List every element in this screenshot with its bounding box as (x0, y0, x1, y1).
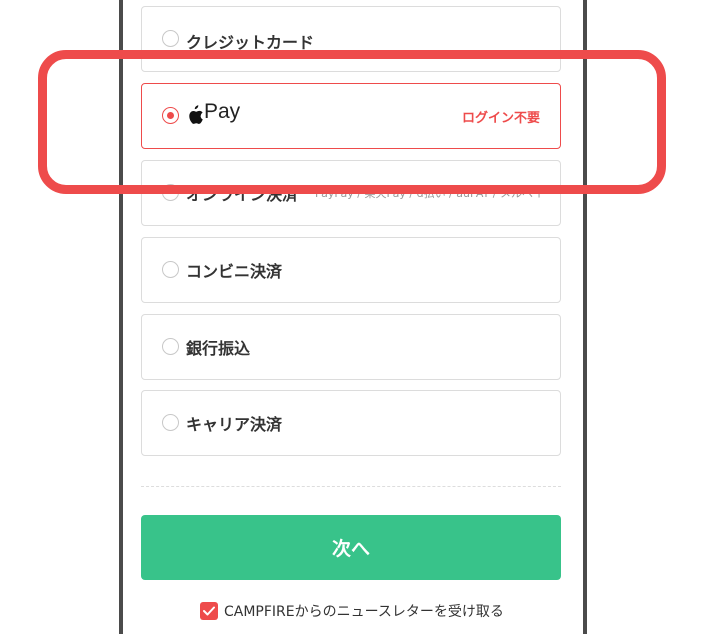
payment-option-label: オンライン決済 (186, 185, 299, 204)
radio-button[interactable] (162, 30, 179, 47)
newsletter-label: CAMPFIREからのニュースレターを受け取る (224, 604, 504, 620)
next-button[interactable]: 次へ (141, 515, 561, 580)
online-payment-methods: PayPay / 楽天Pay / d払い / auPAY / メルペイ (315, 187, 544, 200)
radio-button[interactable] (162, 338, 179, 355)
newsletter-opt-in[interactable]: CAMPFIREからのニュースレターを受け取る (200, 600, 504, 622)
checkmark-icon (203, 606, 215, 616)
apple-pay-label: Pay (204, 100, 241, 123)
payment-option-carrier[interactable]: キャリア決済 (141, 390, 561, 456)
payment-option-apple-pay[interactable]: Pay ログイン不要 (141, 83, 561, 149)
radio-button[interactable] (162, 414, 179, 431)
login-not-required-badge: ログイン不要 (461, 111, 540, 126)
radio-button[interactable] (162, 184, 179, 201)
payment-option-bank-transfer[interactable]: 銀行振込 (141, 314, 561, 380)
payment-option-label: コンビニ決済 (186, 262, 283, 281)
payment-option-label: クレジットカード (186, 33, 315, 52)
payment-option-label: キャリア決済 (186, 415, 283, 434)
newsletter-checkbox[interactable] (200, 602, 218, 620)
apple-logo-icon (189, 105, 203, 124)
radio-button[interactable] (162, 261, 179, 278)
device-frame-left (119, 0, 123, 634)
payment-option-credit-card[interactable]: クレジットカード (141, 6, 561, 72)
payment-option-online[interactable]: オンライン決済 PayPay / 楽天Pay / d払い / auPAY / メ… (141, 160, 561, 226)
radio-button-selected[interactable] (162, 107, 179, 124)
section-divider (141, 486, 561, 487)
payment-option-label: 銀行振込 (186, 339, 251, 358)
device-frame-right (583, 0, 587, 634)
payment-option-convenience-store[interactable]: コンビニ決済 (141, 237, 561, 303)
